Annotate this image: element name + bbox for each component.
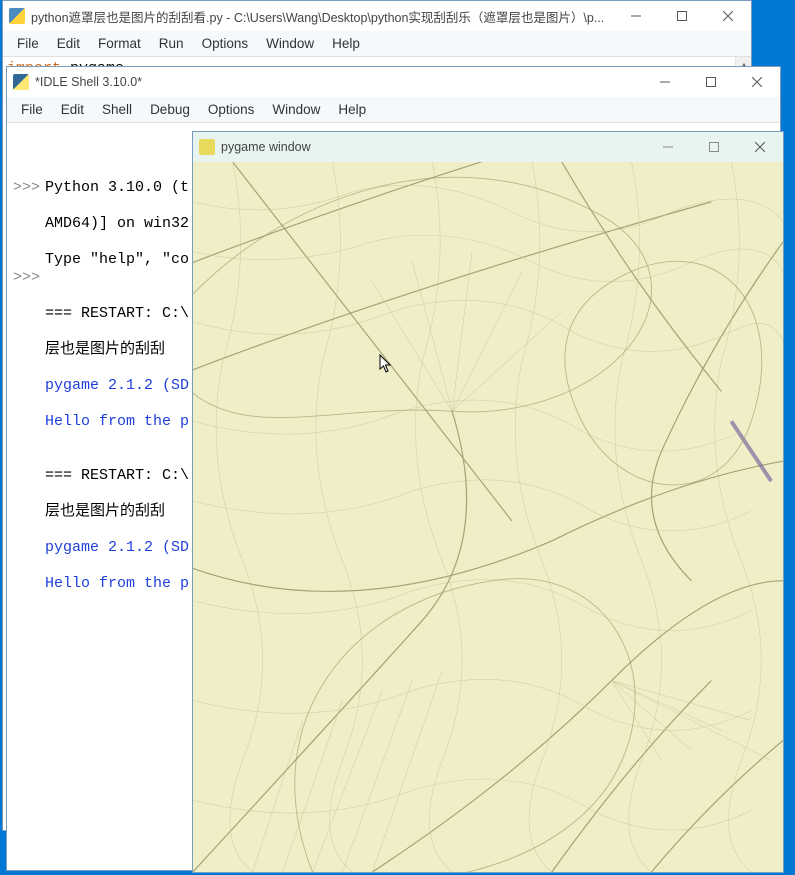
pygame-maximize-button[interactable]	[691, 132, 737, 162]
editor-minimize-button[interactable]	[613, 1, 659, 31]
shell-menu-options[interactable]: Options	[200, 100, 263, 119]
idle-icon	[13, 74, 29, 90]
pygame-titlebar[interactable]: pygame window	[193, 132, 783, 162]
editor-menu-edit[interactable]: Edit	[49, 34, 88, 53]
editor-menubar: File Edit Format Run Options Window Help	[3, 31, 751, 57]
leaf-texture-image	[193, 162, 783, 872]
pygame-minimize-button[interactable]	[645, 132, 691, 162]
shell-prompt-2: >>>	[13, 269, 40, 287]
shell-prompt-1: >>>	[13, 179, 40, 197]
shell-maximize-button[interactable]	[688, 67, 734, 97]
editor-menu-options[interactable]: Options	[194, 34, 257, 53]
editor-titlebar[interactable]: python遮罩层也是图片的刮刮看.py - C:\Users\Wang\Des…	[3, 1, 751, 31]
pygame-close-button[interactable]	[737, 132, 783, 162]
shell-menu-file[interactable]: File	[13, 100, 51, 119]
editor-menu-run[interactable]: Run	[151, 34, 192, 53]
shell-menu-help[interactable]: Help	[330, 100, 374, 119]
shell-menubar: File Edit Shell Debug Options Window Hel…	[7, 97, 780, 123]
editor-menu-file[interactable]: File	[9, 34, 47, 53]
shell-minimize-button[interactable]	[642, 67, 688, 97]
shell-close-button[interactable]	[734, 67, 780, 97]
shell-menu-shell[interactable]: Shell	[94, 100, 140, 119]
editor-close-button[interactable]	[705, 1, 751, 31]
pygame-window: pygame window	[192, 131, 784, 873]
shell-menu-debug[interactable]: Debug	[142, 100, 198, 119]
editor-maximize-button[interactable]	[659, 1, 705, 31]
editor-menu-format[interactable]: Format	[90, 34, 149, 53]
pygame-canvas[interactable]	[193, 162, 783, 872]
shell-title: *IDLE Shell 3.10.0*	[35, 75, 642, 89]
shell-menu-window[interactable]: Window	[264, 100, 328, 119]
editor-menu-window[interactable]: Window	[258, 34, 322, 53]
shell-menu-edit[interactable]: Edit	[53, 100, 92, 119]
editor-title: python遮罩层也是图片的刮刮看.py - C:\Users\Wang\Des…	[31, 7, 613, 26]
pygame-icon	[199, 139, 215, 155]
shell-titlebar[interactable]: *IDLE Shell 3.10.0*	[7, 67, 780, 97]
python-file-icon	[9, 8, 25, 24]
editor-menu-help[interactable]: Help	[324, 34, 368, 53]
pygame-title: pygame window	[221, 140, 645, 154]
